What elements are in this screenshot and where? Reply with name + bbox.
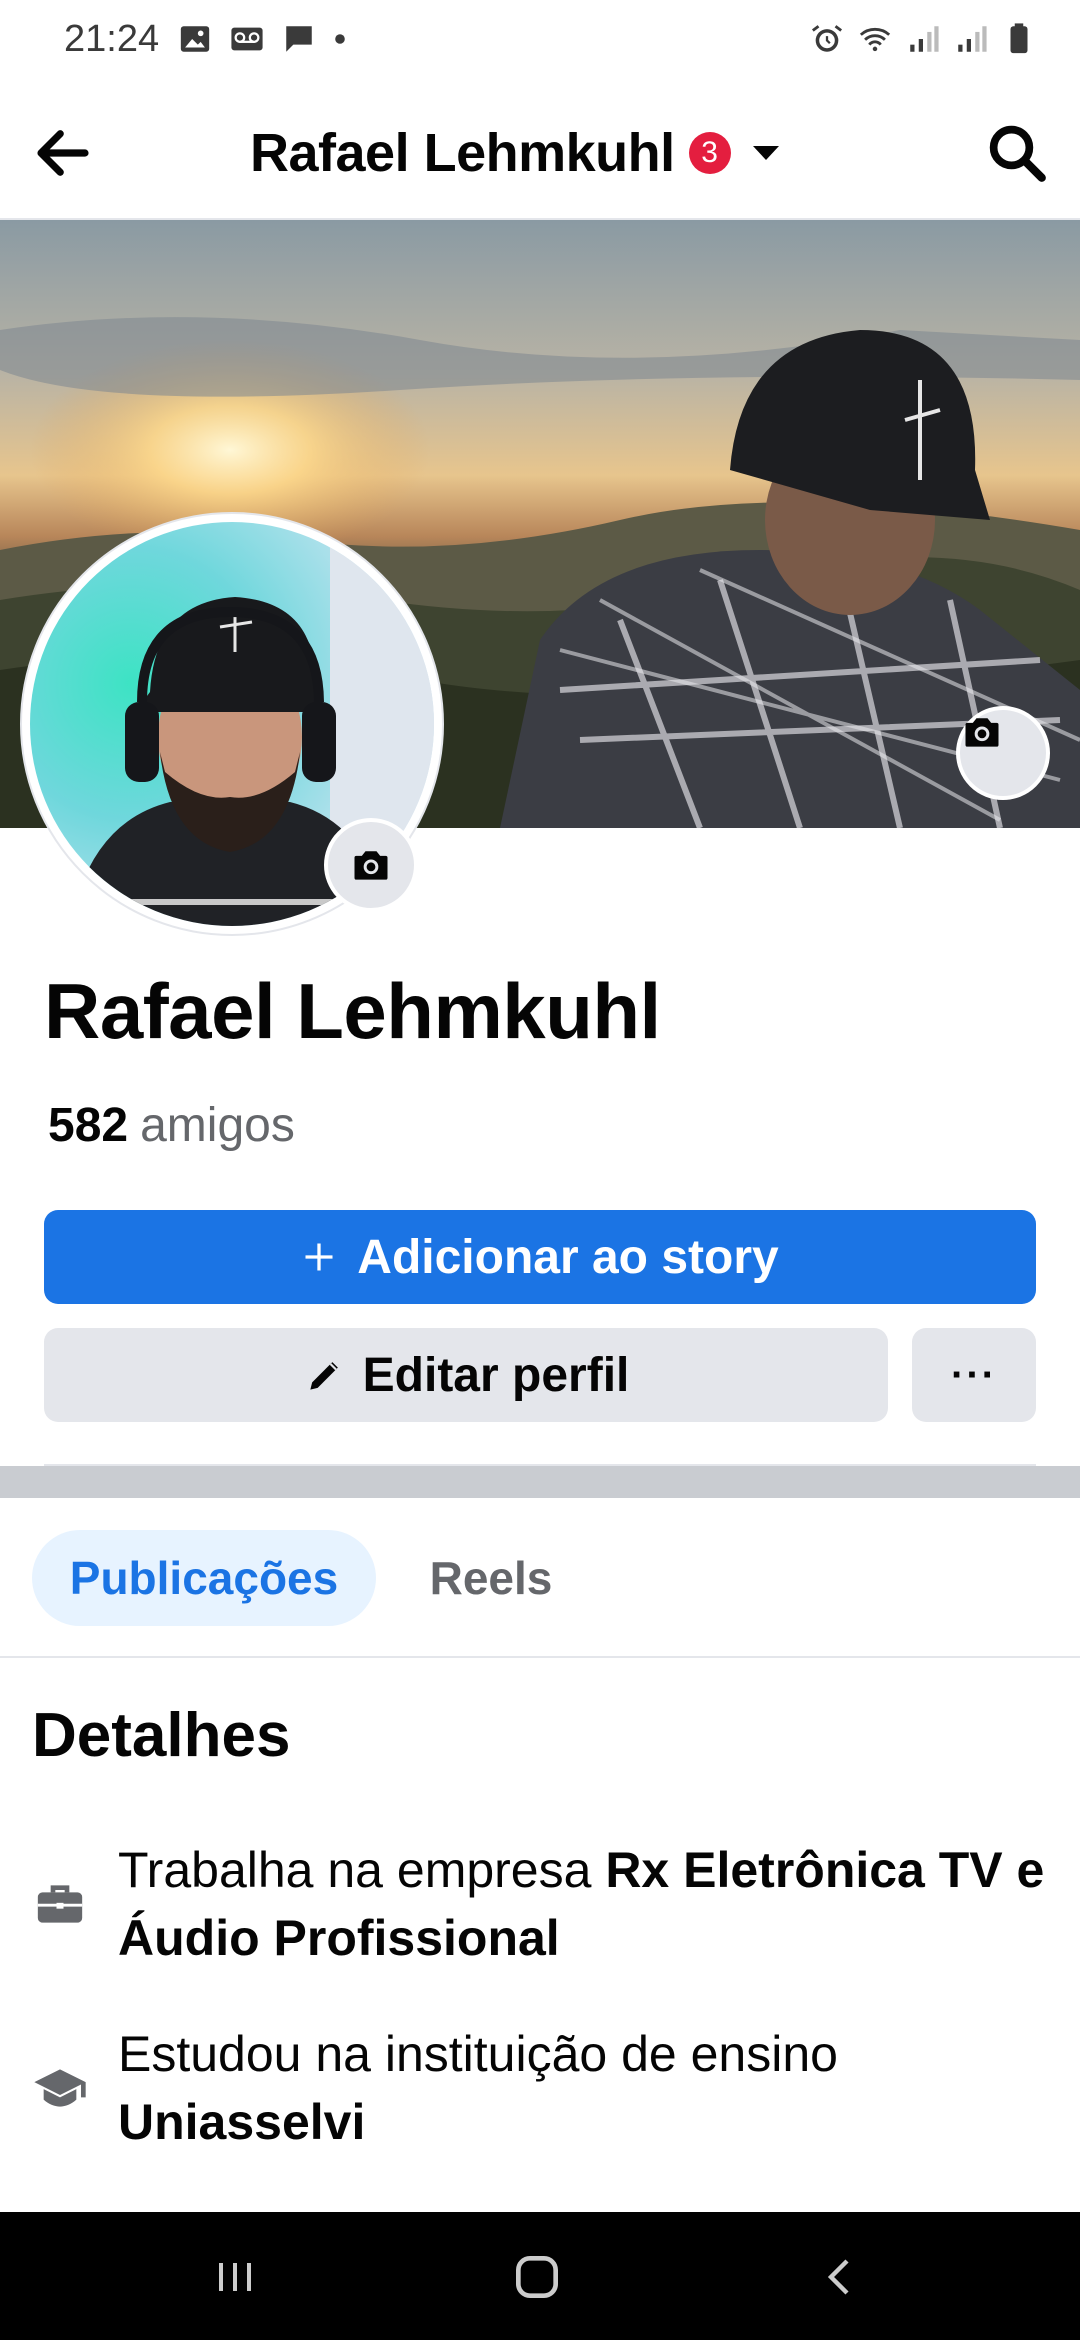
friends-count: 582 bbox=[48, 1099, 129, 1152]
graduation-cap-icon bbox=[34, 2069, 86, 2107]
detail-work-prefix: Trabalha na empresa bbox=[118, 1842, 606, 1898]
chevron-left-icon bbox=[827, 2259, 849, 2295]
home-button[interactable] bbox=[502, 2242, 572, 2312]
message-icon bbox=[286, 26, 312, 52]
detail-study-place[interactable]: Uniasselvi bbox=[118, 2094, 365, 2150]
more-icon: ··· bbox=[951, 1352, 997, 1397]
alarm-icon bbox=[811, 25, 843, 52]
detail-education: Estudou na instituição de ensino Uniasse… bbox=[32, 2020, 1052, 2156]
search-icon[interactable] bbox=[984, 120, 1050, 186]
tab-reels[interactable]: Reels bbox=[400, 1530, 582, 1626]
friends-label: amigos bbox=[140, 1099, 295, 1152]
dot-icon bbox=[335, 34, 345, 44]
edit-profile-label: Editar perfil bbox=[362, 1348, 630, 1402]
signal-icon bbox=[910, 26, 939, 52]
wifi-icon bbox=[859, 27, 891, 52]
section-separator bbox=[0, 1466, 1080, 1498]
status-time: 21:24 bbox=[64, 18, 160, 60]
profile-switcher[interactable]: Rafael Lehmkuhl 3 bbox=[250, 120, 779, 186]
add-to-story-label: Adicionar ao story bbox=[357, 1230, 779, 1284]
detail-education-text: Estudou na instituição de ensino Uniasse… bbox=[118, 2020, 1052, 2156]
detail-work-text: Trabalha na empresa Rx Eletrônica TV e Á… bbox=[118, 1836, 1052, 1972]
edit-avatar-button[interactable] bbox=[324, 818, 418, 912]
plus-icon bbox=[305, 1243, 333, 1271]
add-to-story-button[interactable]: Adicionar ao story bbox=[44, 1210, 1036, 1304]
top-nav: Rafael Lehmkuhl 3 bbox=[0, 84, 1080, 220]
signal-icon bbox=[958, 26, 987, 52]
image-icon bbox=[180, 26, 210, 52]
status-icons-right bbox=[810, 22, 1036, 56]
detail-study-prefix: Estudou na instituição de ensino bbox=[118, 2026, 838, 2082]
nav-title: Rafael Lehmkuhl bbox=[250, 123, 675, 183]
status-icons-left bbox=[178, 22, 346, 56]
profile-name: Rafael Lehmkuhl bbox=[44, 967, 661, 1055]
details-title: Detalhes bbox=[32, 1701, 291, 1770]
battery-icon bbox=[1010, 23, 1028, 54]
edit-profile-button[interactable]: Editar perfil bbox=[44, 1328, 888, 1422]
edit-cover-button[interactable] bbox=[956, 706, 1050, 800]
friends-link[interactable]: 582 amigos bbox=[48, 1098, 295, 1153]
camera-icon bbox=[965, 718, 999, 747]
voicemail-icon bbox=[231, 27, 263, 51]
recent-apps-button[interactable] bbox=[200, 2242, 270, 2312]
tab-publicacoes[interactable]: Publicações bbox=[32, 1530, 376, 1626]
detail-work: Trabalha na empresa Rx Eletrônica TV e Á… bbox=[32, 1836, 1052, 1972]
camera-icon bbox=[354, 851, 388, 880]
back-button[interactable] bbox=[806, 2242, 876, 2312]
recent-apps-icon bbox=[219, 2263, 251, 2291]
status-bar: 21:24 bbox=[0, 0, 1080, 84]
divider bbox=[0, 1656, 1080, 1658]
briefcase-icon bbox=[37, 1885, 83, 1923]
system-nav-bar bbox=[0, 2212, 1080, 2340]
chevron-down-icon bbox=[752, 146, 779, 160]
pencil-icon bbox=[309, 1362, 338, 1390]
more-options-button[interactable]: ··· bbox=[912, 1328, 1036, 1422]
notification-badge: 3 bbox=[688, 132, 731, 174]
home-icon bbox=[516, 2256, 558, 2298]
back-arrow-icon[interactable] bbox=[30, 120, 96, 186]
